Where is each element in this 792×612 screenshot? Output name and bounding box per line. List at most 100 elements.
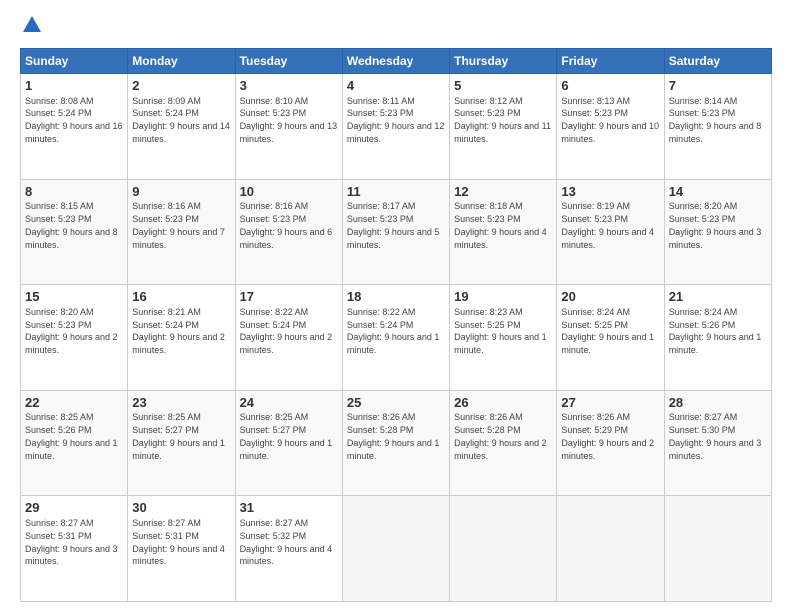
calendar-cell: 17Sunrise: 8:22 AMSunset: 5:24 PMDayligh… bbox=[235, 285, 342, 391]
day-number: 14 bbox=[669, 183, 767, 201]
calendar-week-row: 1Sunrise: 8:08 AMSunset: 5:24 PMDaylight… bbox=[21, 74, 772, 180]
calendar-cell: 26Sunrise: 8:26 AMSunset: 5:28 PMDayligh… bbox=[450, 390, 557, 496]
day-info: Sunrise: 8:24 AMSunset: 5:26 PMDaylight:… bbox=[669, 307, 762, 355]
day-info: Sunrise: 8:17 AMSunset: 5:23 PMDaylight:… bbox=[347, 201, 440, 249]
day-number: 21 bbox=[669, 288, 767, 306]
day-info: Sunrise: 8:21 AMSunset: 5:24 PMDaylight:… bbox=[132, 307, 225, 355]
calendar-cell: 5Sunrise: 8:12 AMSunset: 5:23 PMDaylight… bbox=[450, 74, 557, 180]
day-info: Sunrise: 8:25 AMSunset: 5:26 PMDaylight:… bbox=[25, 412, 118, 460]
day-info: Sunrise: 8:27 AMSunset: 5:31 PMDaylight:… bbox=[132, 518, 225, 566]
day-number: 20 bbox=[561, 288, 659, 306]
day-number: 19 bbox=[454, 288, 552, 306]
header bbox=[20, 15, 772, 38]
calendar-cell: 1Sunrise: 8:08 AMSunset: 5:24 PMDaylight… bbox=[21, 74, 128, 180]
calendar-cell: 6Sunrise: 8:13 AMSunset: 5:23 PMDaylight… bbox=[557, 74, 664, 180]
logo bbox=[20, 15, 41, 38]
calendar-week-row: 8Sunrise: 8:15 AMSunset: 5:23 PMDaylight… bbox=[21, 179, 772, 285]
day-info: Sunrise: 8:23 AMSunset: 5:25 PMDaylight:… bbox=[454, 307, 547, 355]
day-info: Sunrise: 8:12 AMSunset: 5:23 PMDaylight:… bbox=[454, 96, 551, 144]
day-number: 28 bbox=[669, 394, 767, 412]
calendar-cell: 20Sunrise: 8:24 AMSunset: 5:25 PMDayligh… bbox=[557, 285, 664, 391]
calendar-cell: 18Sunrise: 8:22 AMSunset: 5:24 PMDayligh… bbox=[342, 285, 449, 391]
day-info: Sunrise: 8:26 AMSunset: 5:28 PMDaylight:… bbox=[454, 412, 547, 460]
day-info: Sunrise: 8:18 AMSunset: 5:23 PMDaylight:… bbox=[454, 201, 547, 249]
calendar-cell: 29Sunrise: 8:27 AMSunset: 5:31 PMDayligh… bbox=[21, 496, 128, 602]
calendar-cell: 7Sunrise: 8:14 AMSunset: 5:23 PMDaylight… bbox=[664, 74, 771, 180]
day-info: Sunrise: 8:25 AMSunset: 5:27 PMDaylight:… bbox=[132, 412, 225, 460]
day-info: Sunrise: 8:10 AMSunset: 5:23 PMDaylight:… bbox=[240, 96, 338, 144]
logo-icon bbox=[23, 16, 41, 32]
day-info: Sunrise: 8:14 AMSunset: 5:23 PMDaylight:… bbox=[669, 96, 762, 144]
day-number: 31 bbox=[240, 499, 338, 517]
day-number: 23 bbox=[132, 394, 230, 412]
day-number: 8 bbox=[25, 183, 123, 201]
day-info: Sunrise: 8:26 AMSunset: 5:29 PMDaylight:… bbox=[561, 412, 654, 460]
day-info: Sunrise: 8:22 AMSunset: 5:24 PMDaylight:… bbox=[347, 307, 440, 355]
calendar-cell: 27Sunrise: 8:26 AMSunset: 5:29 PMDayligh… bbox=[557, 390, 664, 496]
calendar-cell: 4Sunrise: 8:11 AMSunset: 5:23 PMDaylight… bbox=[342, 74, 449, 180]
day-header-friday: Friday bbox=[557, 49, 664, 74]
day-info: Sunrise: 8:16 AMSunset: 5:23 PMDaylight:… bbox=[132, 201, 225, 249]
day-number: 22 bbox=[25, 394, 123, 412]
day-number: 7 bbox=[669, 77, 767, 95]
calendar-cell: 11Sunrise: 8:17 AMSunset: 5:23 PMDayligh… bbox=[342, 179, 449, 285]
calendar-week-row: 29Sunrise: 8:27 AMSunset: 5:31 PMDayligh… bbox=[21, 496, 772, 602]
calendar-cell: 8Sunrise: 8:15 AMSunset: 5:23 PMDaylight… bbox=[21, 179, 128, 285]
calendar-cell: 24Sunrise: 8:25 AMSunset: 5:27 PMDayligh… bbox=[235, 390, 342, 496]
day-number: 26 bbox=[454, 394, 552, 412]
calendar-week-row: 22Sunrise: 8:25 AMSunset: 5:26 PMDayligh… bbox=[21, 390, 772, 496]
day-number: 6 bbox=[561, 77, 659, 95]
calendar-cell: 22Sunrise: 8:25 AMSunset: 5:26 PMDayligh… bbox=[21, 390, 128, 496]
day-number: 30 bbox=[132, 499, 230, 517]
day-info: Sunrise: 8:15 AMSunset: 5:23 PMDaylight:… bbox=[25, 201, 118, 249]
day-number: 1 bbox=[25, 77, 123, 95]
day-info: Sunrise: 8:20 AMSunset: 5:23 PMDaylight:… bbox=[669, 201, 762, 249]
calendar-cell: 28Sunrise: 8:27 AMSunset: 5:30 PMDayligh… bbox=[664, 390, 771, 496]
day-info: Sunrise: 8:24 AMSunset: 5:25 PMDaylight:… bbox=[561, 307, 654, 355]
day-info: Sunrise: 8:22 AMSunset: 5:24 PMDaylight:… bbox=[240, 307, 333, 355]
calendar-cell: 16Sunrise: 8:21 AMSunset: 5:24 PMDayligh… bbox=[128, 285, 235, 391]
day-header-thursday: Thursday bbox=[450, 49, 557, 74]
calendar-cell: 12Sunrise: 8:18 AMSunset: 5:23 PMDayligh… bbox=[450, 179, 557, 285]
day-number: 24 bbox=[240, 394, 338, 412]
day-info: Sunrise: 8:16 AMSunset: 5:23 PMDaylight:… bbox=[240, 201, 333, 249]
day-info: Sunrise: 8:26 AMSunset: 5:28 PMDaylight:… bbox=[347, 412, 440, 460]
day-number: 17 bbox=[240, 288, 338, 306]
page: SundayMondayTuesdayWednesdayThursdayFrid… bbox=[0, 0, 792, 612]
calendar-cell: 31Sunrise: 8:27 AMSunset: 5:32 PMDayligh… bbox=[235, 496, 342, 602]
calendar-cell bbox=[557, 496, 664, 602]
day-number: 15 bbox=[25, 288, 123, 306]
day-header-tuesday: Tuesday bbox=[235, 49, 342, 74]
day-info: Sunrise: 8:13 AMSunset: 5:23 PMDaylight:… bbox=[561, 96, 659, 144]
day-header-monday: Monday bbox=[128, 49, 235, 74]
day-number: 16 bbox=[132, 288, 230, 306]
calendar-cell: 13Sunrise: 8:19 AMSunset: 5:23 PMDayligh… bbox=[557, 179, 664, 285]
day-info: Sunrise: 8:27 AMSunset: 5:30 PMDaylight:… bbox=[669, 412, 762, 460]
day-info: Sunrise: 8:11 AMSunset: 5:23 PMDaylight:… bbox=[347, 96, 445, 144]
day-number: 2 bbox=[132, 77, 230, 95]
day-number: 3 bbox=[240, 77, 338, 95]
calendar-week-row: 15Sunrise: 8:20 AMSunset: 5:23 PMDayligh… bbox=[21, 285, 772, 391]
calendar-cell: 25Sunrise: 8:26 AMSunset: 5:28 PMDayligh… bbox=[342, 390, 449, 496]
day-number: 13 bbox=[561, 183, 659, 201]
calendar-header-row: SundayMondayTuesdayWednesdayThursdayFrid… bbox=[21, 49, 772, 74]
day-number: 18 bbox=[347, 288, 445, 306]
calendar-cell: 9Sunrise: 8:16 AMSunset: 5:23 PMDaylight… bbox=[128, 179, 235, 285]
day-number: 9 bbox=[132, 183, 230, 201]
day-header-saturday: Saturday bbox=[664, 49, 771, 74]
day-info: Sunrise: 8:19 AMSunset: 5:23 PMDaylight:… bbox=[561, 201, 654, 249]
calendar-cell: 10Sunrise: 8:16 AMSunset: 5:23 PMDayligh… bbox=[235, 179, 342, 285]
day-info: Sunrise: 8:09 AMSunset: 5:24 PMDaylight:… bbox=[132, 96, 230, 144]
calendar-cell: 2Sunrise: 8:09 AMSunset: 5:24 PMDaylight… bbox=[128, 74, 235, 180]
day-number: 25 bbox=[347, 394, 445, 412]
calendar-cell: 30Sunrise: 8:27 AMSunset: 5:31 PMDayligh… bbox=[128, 496, 235, 602]
calendar-body: 1Sunrise: 8:08 AMSunset: 5:24 PMDaylight… bbox=[21, 74, 772, 602]
day-number: 10 bbox=[240, 183, 338, 201]
day-header-wednesday: Wednesday bbox=[342, 49, 449, 74]
day-header-sunday: Sunday bbox=[21, 49, 128, 74]
calendar-cell: 3Sunrise: 8:10 AMSunset: 5:23 PMDaylight… bbox=[235, 74, 342, 180]
calendar-cell bbox=[342, 496, 449, 602]
calendar-cell bbox=[664, 496, 771, 602]
day-number: 12 bbox=[454, 183, 552, 201]
day-number: 5 bbox=[454, 77, 552, 95]
